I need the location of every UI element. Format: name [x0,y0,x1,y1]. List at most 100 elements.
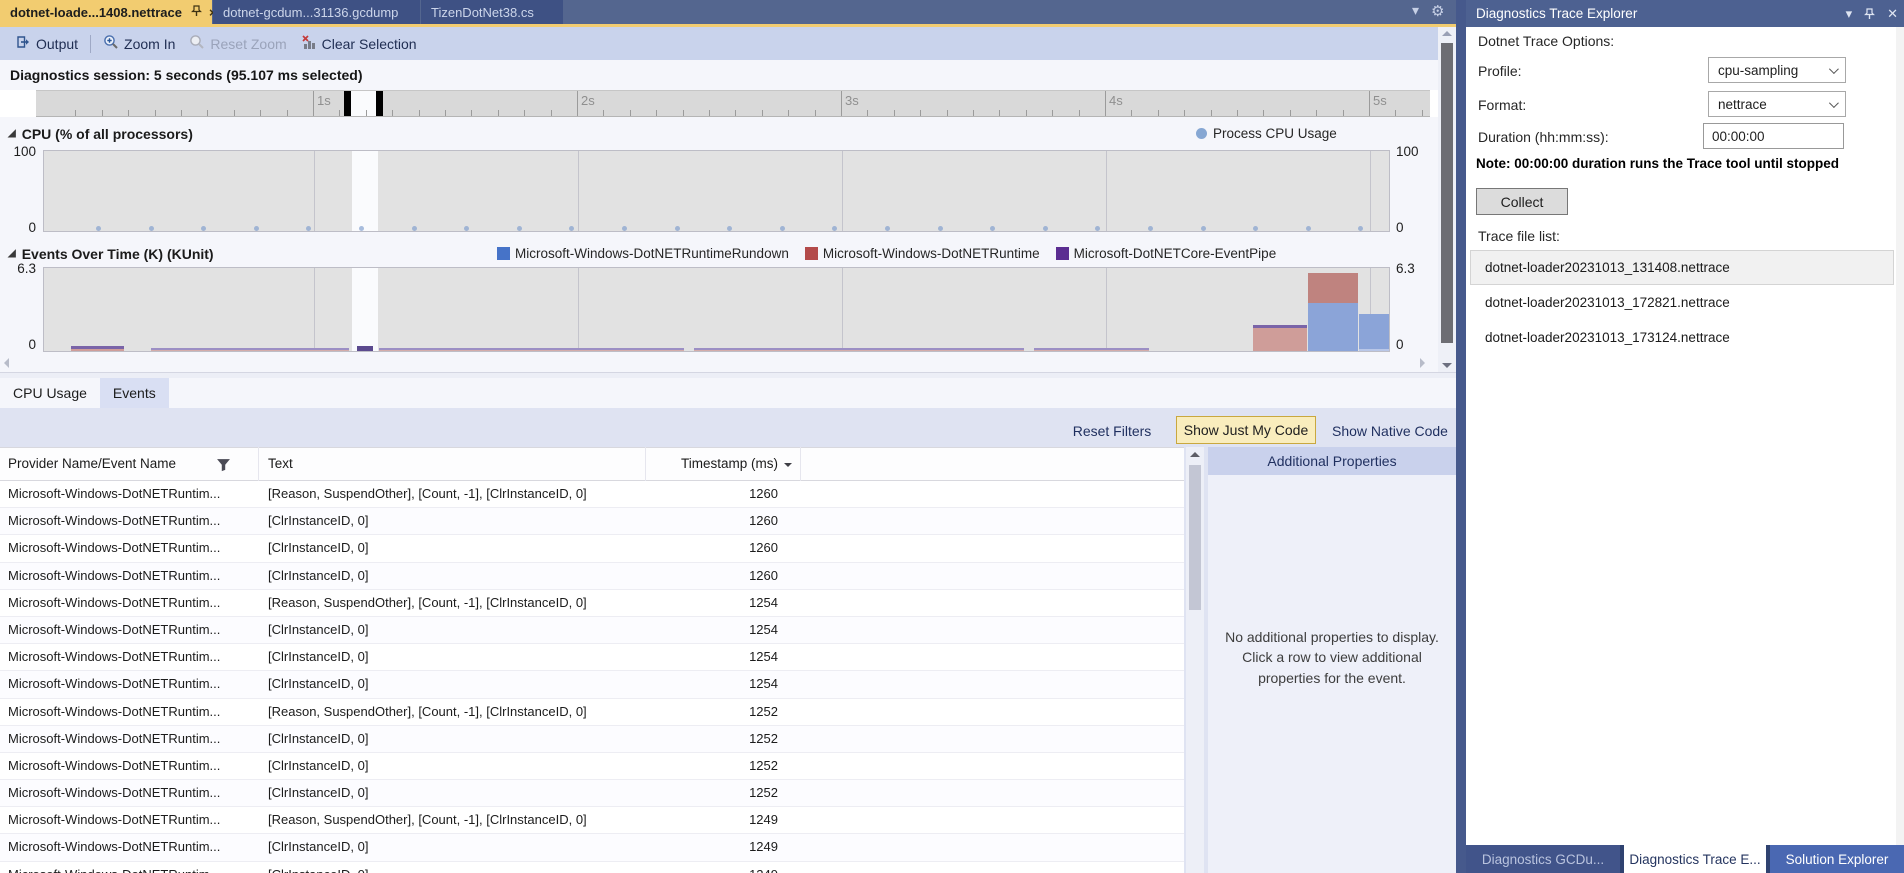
collect-button[interactable]: Collect [1476,188,1568,215]
table-row[interactable]: Microsoft-Windows-DotNETRuntim...[Reason… [0,807,1184,834]
pin-icon[interactable] [191,5,202,20]
editor-tab-nettrace[interactable]: dotnet-loade...1408.nettrace × [0,0,212,24]
scroll-left-arrow-icon[interactable] [4,358,9,368]
cell-provider: Microsoft-Windows-DotNETRuntim... [8,508,252,534]
cpu-sample-dot [412,226,417,231]
cpu-chart[interactable] [43,150,1390,232]
cell-text: [Reason, SuspendOther], [Count, -1], [Cl… [268,807,638,833]
ruler-minor-tick [1290,110,1291,116]
tab-diagnostics-gcdump[interactable]: Diagnostics GCDu... [1466,845,1620,873]
scrollbar-thumb[interactable] [1189,465,1201,610]
tab-diagnostics-trace-explorer[interactable]: Diagnostics Trace E... [1624,845,1766,873]
event-bar-segment [151,350,349,352]
table-row[interactable]: Microsoft-Windows-DotNETRuntim...[ClrIns… [0,726,1184,753]
table-row[interactable]: Microsoft-Windows-DotNETRuntim...[Reason… [0,699,1184,726]
collapse-triangle-icon[interactable]: ◢ [8,128,16,139]
editor-tab-gcdump[interactable]: dotnet-gcdum...31136.gcdump [213,0,420,24]
close-icon[interactable]: ✕ [1887,6,1898,22]
window-position-chevron-icon[interactable]: ▾ [1846,6,1853,22]
timeline-selection-band[interactable] [351,91,376,116]
table-row[interactable]: Microsoft-Windows-DotNETRuntim...[ClrIns… [0,644,1184,671]
tab-label: Diagnostics Trace E... [1629,852,1760,867]
table-row[interactable]: Microsoft-Windows-DotNETRuntim...[ClrIns… [0,563,1184,590]
window-splitter[interactable] [1456,0,1466,873]
legend-item-runtime: Microsoft-Windows-DotNETRuntime [805,246,1040,261]
show-just-my-code-button[interactable]: Show Just My Code [1176,416,1316,444]
output-button[interactable]: Output [8,31,85,56]
filter-funnel-icon[interactable] [216,457,231,475]
cell-timestamp: 1260 [650,563,778,589]
cpu-sample-dot [306,226,311,231]
ruler-minor-tick [1052,110,1053,116]
charts-horizontal-scrollbar[interactable] [0,354,1438,372]
pin-icon[interactable] [1864,8,1875,20]
ruler-minor-tick [392,110,393,116]
editor-tab-tizendotnet[interactable]: TizenDotNet38.cs [421,0,563,24]
events-ymax-label-right: 6.3 [1396,261,1415,276]
diagnostics-trace-explorer: Diagnostics Trace Explorer ▾ ✕ Dotnet Tr… [1466,0,1904,873]
duration-input[interactable] [1703,123,1844,149]
timeline-ruler-body[interactable]: 1s2s3s4s5s [36,90,1430,117]
table-row[interactable]: Microsoft-Windows-DotNETRuntim...[ClrIns… [0,834,1184,861]
tab-cpu-usage[interactable]: CPU Usage [0,378,100,408]
column-header-timestamp[interactable]: Timestamp (ms) [650,456,778,471]
table-row[interactable]: Microsoft-Windows-DotNETRuntim...[Reason… [0,590,1184,617]
table-vertical-scrollbar[interactable] [1186,447,1204,873]
column-header-text[interactable]: Text [268,456,293,471]
zoom-in-button[interactable]: Zoom In [96,31,182,56]
charts-vertical-scrollbar[interactable] [1438,27,1456,372]
selection-handle-left[interactable] [344,91,351,117]
timeline-ruler[interactable]: 1s2s3s4s5s [0,90,1456,117]
format-dropdown[interactable]: nettrace [1708,91,1846,117]
cpu-sample-dot [1306,226,1311,231]
scroll-up-arrow-icon[interactable] [1190,452,1200,457]
table-row[interactable]: Microsoft-Windows-DotNETRuntim...[ClrIns… [0,753,1184,780]
scroll-up-arrow-icon[interactable] [1442,31,1452,36]
ruler-minor-tick [207,110,208,116]
cell-text: [ClrInstanceID, 0] [268,535,638,561]
tab-solution-explorer[interactable]: Solution Explorer [1770,845,1904,873]
collapse-triangle-icon[interactable]: ◢ [8,248,16,259]
show-native-code-button[interactable]: Show Native Code [1326,418,1454,444]
table-row[interactable]: Microsoft-Windows-DotNETRuntim...[ClrIns… [0,862,1184,873]
scroll-down-arrow-icon[interactable] [1442,363,1452,368]
cell-text: [ClrInstanceID, 0] [268,862,638,873]
column-header-provider[interactable]: Provider Name/Event Name [8,456,176,471]
cpu-legend-label: Process CPU Usage [1213,126,1337,141]
table-row[interactable]: Microsoft-Windows-DotNETRuntim...[ClrIns… [0,508,1184,535]
trace-file-item[interactable]: dotnet-loader20231013_131408.nettrace [1470,250,1894,285]
events-chart[interactable] [43,267,1390,352]
trace-file-item[interactable]: dotnet-loader20231013_172821.nettrace [1470,285,1894,320]
reset-zoom-button[interactable]: Reset Zoom [182,31,293,56]
ruler-second-label: 1s [317,93,331,108]
profile-dropdown[interactable]: cpu-sampling [1708,57,1846,83]
tab-events[interactable]: Events [100,378,169,408]
clear-selection-button[interactable]: Clear Selection [294,31,424,56]
ruler-minor-tick [1395,110,1396,116]
tab-list-chevron-icon[interactable]: ▾ [1412,2,1419,20]
table-row[interactable]: Microsoft-Windows-DotNETRuntim...[ClrIns… [0,535,1184,562]
cpu-sample-dot [1358,226,1363,231]
gear-icon[interactable]: ⚙ [1431,2,1444,20]
additional-properties-title: Additional Properties [1267,453,1396,469]
trace-file-list: dotnet-loader20231013_131408.nettracedot… [1470,250,1894,355]
ruler-minor-tick [1184,110,1185,116]
cell-provider: Microsoft-Windows-DotNETRuntim... [8,644,252,670]
document-toolbar: Output Zoom In Reset Zoom Clear Selectio… [0,27,1456,60]
table-row[interactable]: Microsoft-Windows-DotNETRuntim...[ClrIns… [0,671,1184,698]
chart-gridline [842,151,843,231]
table-row[interactable]: Microsoft-Windows-DotNETRuntim...[ClrIns… [0,780,1184,807]
table-row[interactable]: Microsoft-Windows-DotNETRuntim...[ClrIns… [0,617,1184,644]
reset-filters-button[interactable]: Reset Filters [1056,418,1168,444]
table-row[interactable]: Microsoft-Windows-DotNETRuntim...[Reason… [0,481,1184,508]
selection-handle-right[interactable] [376,91,383,117]
scroll-right-arrow-icon[interactable] [1420,358,1425,368]
ruler-minor-tick [867,110,868,116]
events-ymin-label-right: 0 [1396,337,1404,352]
ruler-minor-tick [181,110,182,116]
scrollbar-thumb[interactable] [1441,43,1453,343]
trace-file-item[interactable]: dotnet-loader20231013_173124.nettrace [1470,320,1894,355]
cell-timestamp: 1252 [650,726,778,752]
cpu-sample-dot [780,226,785,231]
cpu-ymax-label-right: 100 [1396,144,1419,159]
